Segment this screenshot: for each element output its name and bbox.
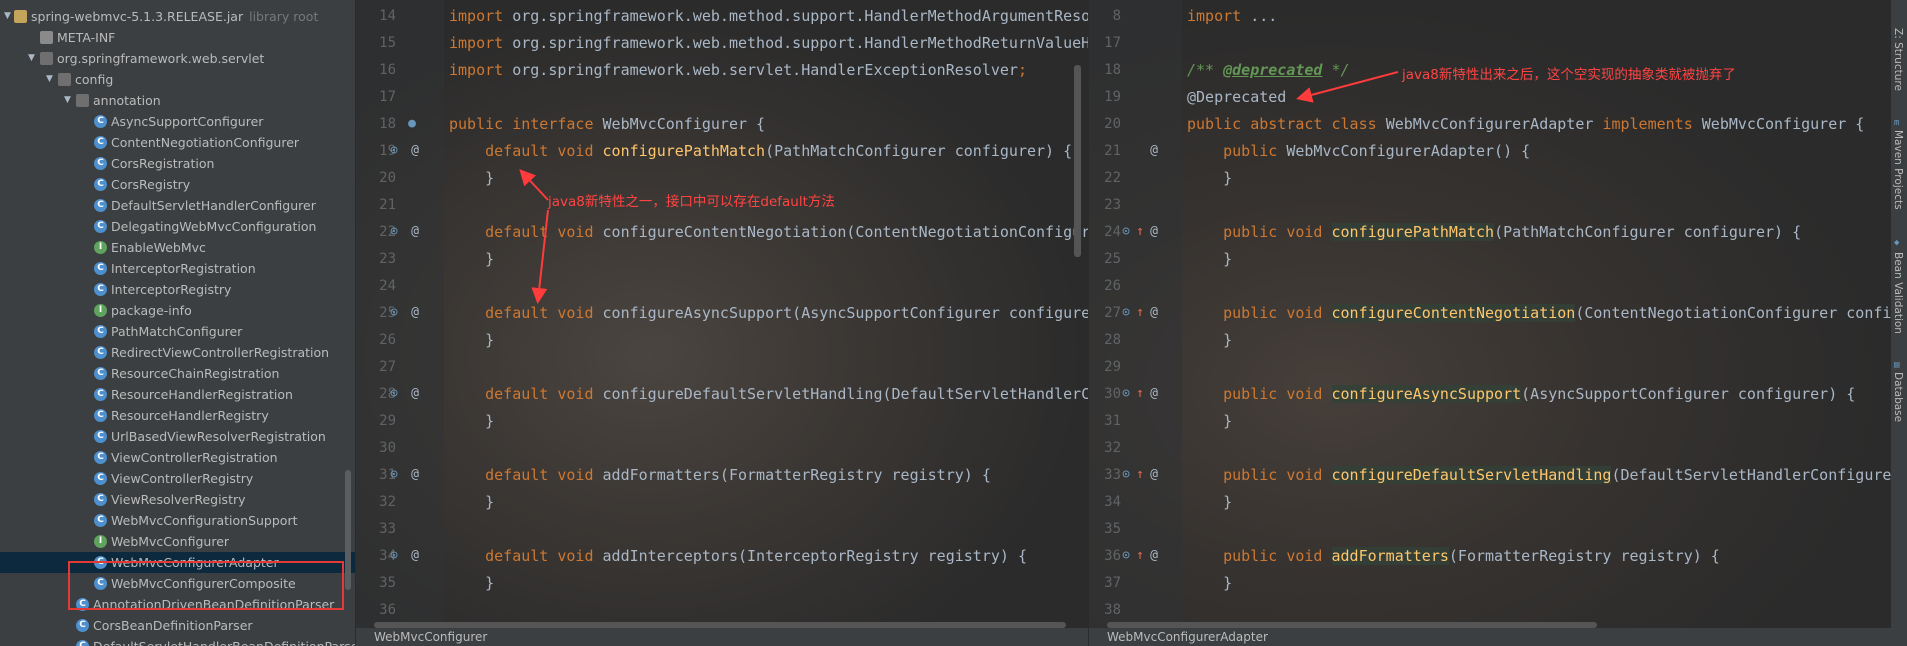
bean-icon: ◆ (1894, 238, 1900, 248)
tool-window-strip: Z: Structure m Maven Projects ◆ Bean Val… (1891, 0, 1907, 646)
arrow-to-default-2 (531, 209, 549, 304)
database-icon: ▤ (1894, 360, 1900, 370)
arrow-to-deprecated (1296, 71, 1399, 103)
tool-maven[interactable]: Maven Projects (1892, 130, 1904, 210)
annotation-arrows (519, 71, 1399, 304)
arrow-to-default (519, 169, 549, 201)
tool-database[interactable]: Database (1892, 372, 1904, 422)
tool-bean-validation[interactable]: Bean Validation (1892, 252, 1904, 334)
tool-structure[interactable]: Z: Structure (1892, 28, 1904, 91)
maven-icon: m (1894, 118, 1900, 128)
